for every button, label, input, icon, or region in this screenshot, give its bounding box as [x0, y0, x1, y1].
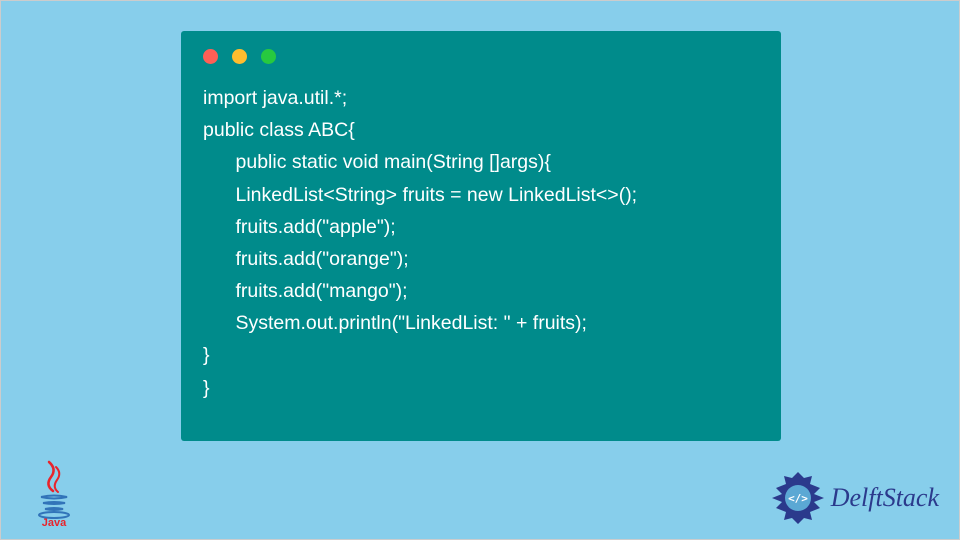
window-controls [203, 49, 759, 64]
code-block: import java.util.*; public class ABC{ pu… [203, 82, 759, 404]
delftstack-logo: </> DelftStack [769, 469, 939, 527]
delftstack-label: DelftStack [831, 483, 939, 513]
close-icon [203, 49, 218, 64]
minimize-icon [232, 49, 247, 64]
code-window: import java.util.*; public class ABC{ pu… [181, 31, 781, 441]
svg-text:Java: Java [42, 517, 67, 527]
java-icon: Java [29, 457, 79, 527]
maximize-icon [261, 49, 276, 64]
delftstack-icon: </> [769, 469, 827, 527]
svg-text:</>: </> [788, 492, 808, 505]
java-logo: Java [29, 457, 79, 527]
